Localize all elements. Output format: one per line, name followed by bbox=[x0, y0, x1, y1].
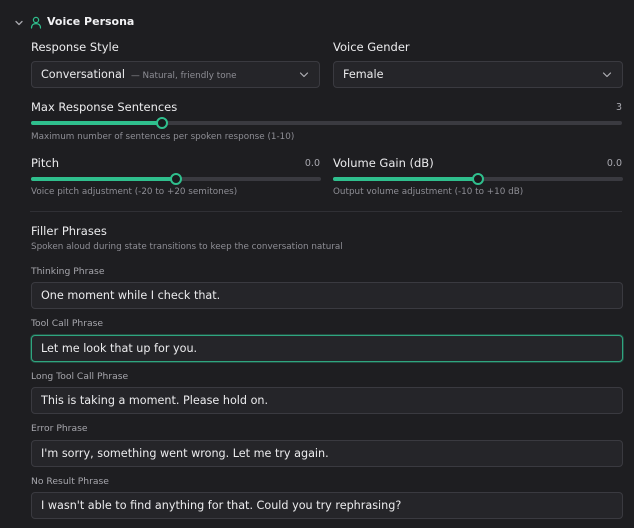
tool-call-phrase-label: Tool Call Phrase bbox=[31, 318, 104, 329]
max-sentences-label: Max Response Sentences bbox=[31, 100, 178, 114]
response-style-label: Response Style bbox=[31, 40, 119, 54]
slider-fill bbox=[31, 121, 163, 125]
response-style-value: Conversational bbox=[41, 68, 125, 81]
thinking-phrase-label: Thinking Phrase bbox=[31, 266, 105, 277]
response-style-description: — Natural, friendly tone bbox=[130, 71, 237, 81]
chevron-down-icon bbox=[602, 72, 612, 78]
volume-gain-slider[interactable] bbox=[333, 173, 623, 185]
response-style-select[interactable]: Conversational — Natural, friendly tone bbox=[31, 61, 320, 88]
slider-fill bbox=[333, 177, 478, 181]
filler-title: Filler Phrases bbox=[31, 224, 107, 238]
no-result-phrase-input[interactable] bbox=[31, 492, 623, 519]
long-tool-call-phrase-label: Long Tool Call Phrase bbox=[31, 371, 129, 382]
section-divider bbox=[30, 211, 622, 212]
tool-call-phrase-input[interactable] bbox=[31, 335, 623, 362]
slider-fill bbox=[31, 177, 176, 181]
volume-gain-hint: Output volume adjustment (-10 to +10 dB) bbox=[333, 187, 524, 197]
max-sentences-slider[interactable] bbox=[31, 117, 622, 129]
error-phrase-label: Error Phrase bbox=[31, 423, 88, 434]
max-sentences-value: 3 bbox=[615, 102, 622, 113]
volume-gain-value: 0.0 bbox=[606, 158, 622, 169]
section-title: Voice Persona bbox=[47, 15, 135, 28]
chevron-down-icon bbox=[299, 72, 309, 78]
max-sentences-hint: Maximum number of sentences per spoken r… bbox=[31, 132, 295, 142]
thinking-phrase-input[interactable] bbox=[31, 282, 623, 309]
pitch-label: Pitch bbox=[31, 156, 59, 170]
filler-subtitle: Spoken aloud during state transitions to… bbox=[31, 242, 343, 252]
volume-gain-label: Volume Gain (dB) bbox=[333, 156, 434, 170]
error-phrase-input[interactable] bbox=[31, 440, 623, 467]
section-header[interactable]: Voice Persona bbox=[0, 10, 634, 36]
no-result-phrase-label: No Result Phrase bbox=[31, 476, 109, 487]
user-icon bbox=[30, 16, 42, 29]
pitch-slider[interactable] bbox=[31, 173, 321, 185]
chevron-down-icon[interactable] bbox=[14, 18, 24, 28]
pitch-hint: Voice pitch adjustment (-20 to +20 semit… bbox=[31, 187, 238, 197]
slider-thumb[interactable] bbox=[472, 173, 484, 185]
slider-thumb[interactable] bbox=[170, 173, 182, 185]
pitch-value: 0.0 bbox=[304, 158, 320, 169]
voice-gender-value: Female bbox=[343, 68, 384, 81]
voice-gender-label: Voice Gender bbox=[333, 40, 410, 54]
voice-gender-select[interactable]: Female bbox=[333, 61, 623, 88]
long-tool-call-phrase-input[interactable] bbox=[31, 387, 623, 414]
slider-thumb[interactable] bbox=[156, 117, 169, 129]
